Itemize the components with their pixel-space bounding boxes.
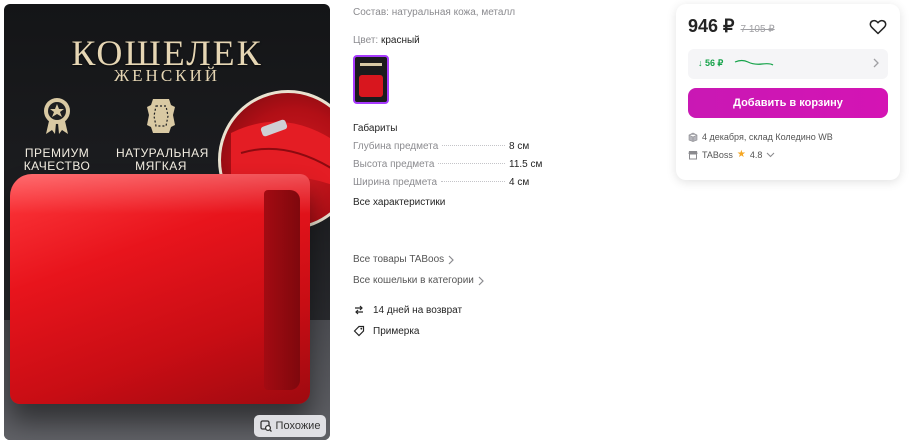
star-icon: ★ [736, 149, 746, 160]
heart-icon [869, 19, 887, 34]
old-price: 7 105 ₽ [740, 24, 775, 35]
category-link[interactable]: Все кошельки в категории [353, 275, 485, 286]
wallet-discount-banner[interactable]: ↓ 56 ₽ [688, 49, 888, 79]
seller-info[interactable]: TABoss ★ 4.8 [688, 149, 775, 160]
box-icon [688, 132, 698, 142]
fitting-label: Примерка [373, 325, 420, 337]
brand-products-label: Все товары TABoos [353, 254, 445, 265]
chevron-down-icon [766, 152, 775, 157]
composition-value: натуральная кожа, металл [391, 7, 516, 18]
tag-icon [353, 325, 365, 337]
chevron-right-icon [873, 58, 879, 68]
wallet-side [264, 190, 300, 390]
seller-rating: 4.8 [749, 149, 763, 160]
chevron-right-icon [478, 276, 484, 285]
color-swatch-red[interactable] [353, 55, 389, 104]
color-value: красный [380, 35, 420, 46]
similar-label: Похожие [275, 420, 321, 432]
delivery-info: 4 декабря, склад Коледино WB [688, 132, 833, 142]
all-specs-link[interactable]: Все характеристики [353, 197, 445, 208]
chevron-right-icon [448, 255, 455, 264]
dimension-value: 11.5 см [509, 159, 543, 170]
dimension-row: Ширина предмета 4 см [353, 177, 553, 195]
swatch-title-strip [360, 63, 382, 66]
color-label: Цвет: [353, 35, 379, 46]
dimension-value: 4 см [509, 177, 530, 188]
dimensions-title: Габариты [353, 123, 398, 134]
dotted-leader [442, 145, 505, 146]
return-policy: 14 дней на возврат [353, 304, 462, 316]
current-price: 946 ₽ [688, 16, 735, 36]
color-line: Цвет: красный [353, 35, 420, 46]
badge-natural-leather: НАТУРАЛЬНАЯ МЯГКАЯ КОЖА [116, 96, 208, 186]
dimension-name: Ширина предмета [353, 177, 438, 188]
return-arrows-icon [355, 305, 363, 315]
composition-line: Состав: натуральная кожа, металл [353, 7, 515, 18]
brand-products-link[interactable]: Все товары TABoos [353, 254, 455, 265]
rosette-star-icon [44, 98, 70, 134]
trend-line-icon [734, 59, 774, 66]
dotted-leader [438, 163, 505, 164]
add-to-cart-button[interactable]: Добавить в корзину [688, 88, 888, 118]
dimension-name: Глубина предмета [353, 141, 439, 152]
swatch-wallet [359, 75, 383, 97]
leather-hide-icon [147, 99, 175, 133]
price-row: 946 ₽ 7 105 ₽ [688, 16, 775, 37]
fitting-option: Примерка [353, 325, 420, 337]
product-photo[interactable]: КОШЕЛЕК ЖЕНСКИЙ ПРЕМИУМ КАЧЕСТВО НАТУРАЛ… [4, 4, 330, 440]
dimension-name: Высота предмета [353, 159, 435, 170]
similar-button[interactable]: Похожие [254, 415, 326, 437]
seller-name: TABoss [702, 149, 733, 160]
composition-label: Состав: [353, 7, 389, 18]
badge-premium-quality: ПРЕМИУМ КАЧЕСТВО [22, 96, 92, 173]
badge-label: ПРЕМИУМ КАЧЕСТВО [23, 146, 91, 173]
dimensions-table: Глубина предмета 8 см Высота предмета 11… [353, 141, 553, 195]
dimension-row: Высота предмета 11.5 см [353, 159, 553, 177]
return-policy-label: 14 дней на возврат [373, 304, 463, 316]
wallet-discount-amount: ↓ 56 ₽ [698, 58, 724, 68]
dotted-leader [441, 181, 505, 182]
shop-icon [688, 150, 698, 159]
delivery-label: 4 декабря, склад Коледино WB [702, 132, 833, 142]
buy-card: 946 ₽ 7 105 ₽ ↓ 56 ₽ Добавить в корзину … [676, 4, 900, 180]
dimension-value: 8 см [509, 141, 530, 152]
similar-icon [259, 420, 272, 432]
photo-subtitle: ЖЕНСКИЙ [113, 66, 221, 85]
category-label: Все кошельки в категории [353, 275, 474, 286]
favorite-button[interactable] [868, 18, 888, 38]
dimension-row: Глубина предмета 8 см [353, 141, 553, 159]
